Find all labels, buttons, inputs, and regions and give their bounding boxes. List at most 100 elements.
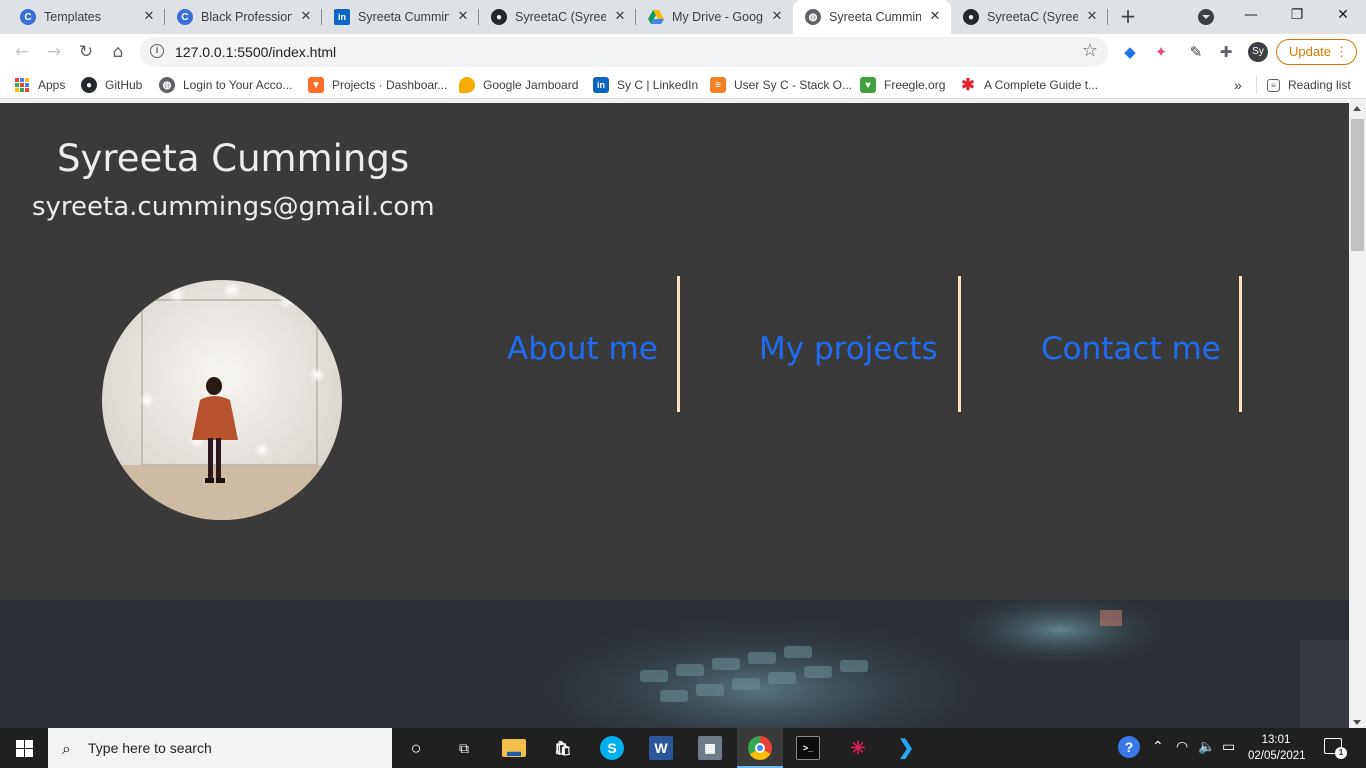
file-explorer-icon[interactable]: ▬ — [502, 739, 526, 759]
bookmark-github[interactable]: ● GitHub — [81, 75, 142, 95]
scroll-down-arrow-icon[interactable] — [1353, 720, 1361, 725]
reload-icon[interactable]: ↻ — [74, 40, 98, 64]
nav-divider — [958, 276, 961, 412]
tab-search-icon[interactable] — [1198, 9, 1214, 25]
clock-time: 13:01 — [1261, 734, 1291, 746]
skype-icon[interactable]: S — [600, 736, 624, 760]
asterisk-icon: ✱ — [961, 77, 975, 94]
slack-icon[interactable]: ✳ — [846, 736, 870, 760]
close-tab-icon[interactable]: ✕ — [298, 9, 314, 25]
nav-link-my-projects[interactable]: My projects — [759, 331, 938, 367]
graduation-cap-extension-icon[interactable]: ◆ — [1120, 42, 1140, 62]
minimize-button[interactable]: — — [1228, 0, 1274, 32]
site-email: syreeta.cummings@gmail.com — [32, 192, 435, 222]
close-tab-icon[interactable]: ✕ — [927, 9, 943, 25]
scroll-up-arrow-icon[interactable] — [1353, 106, 1361, 111]
vscode-icon[interactable]: ❯ — [894, 736, 918, 760]
system-clock[interactable]: 13:01 02/05/2021 — [1248, 732, 1306, 764]
github-icon: ● — [81, 77, 97, 93]
nav-link-contact-me[interactable]: Contact me — [1041, 331, 1221, 367]
wifi-icon[interactable]: ◠ — [1176, 738, 1188, 755]
bookmark-star-icon[interactable]: ☆ — [1082, 40, 1098, 61]
page-viewport: Syreeta Cummings syreeta.cummings@gmail.… — [0, 103, 1349, 728]
scrollbar-thumb[interactable] — [1351, 119, 1364, 251]
url-text[interactable]: 127.0.0.1:5500/index.html — [175, 44, 336, 60]
close-tab-icon[interactable]: ✕ — [455, 9, 471, 25]
forward-arrow-icon[interactable]: → — [42, 40, 66, 64]
cortana-icon[interactable]: ○ — [404, 736, 428, 760]
terminal-icon[interactable]: >_ — [796, 736, 820, 760]
bookmark-label: Apps — [38, 78, 66, 92]
browser-tab-active[interactable]: ◍ Syreeta Cummings ✕ — [793, 0, 951, 34]
browser-tab[interactable]: ● SyreetaC (Syreeta ✕ — [479, 0, 636, 34]
search-icon: ⌕ — [62, 739, 71, 758]
notification-center-icon[interactable]: 1 — [1324, 738, 1347, 759]
bookmark-label: Google Jamboard — [483, 78, 579, 92]
close-tab-icon[interactable]: ✕ — [1084, 9, 1100, 25]
show-hidden-icons-icon[interactable]: ⌃ — [1152, 738, 1164, 755]
globe-icon: ◍ — [805, 9, 821, 25]
task-view-icon[interactable]: ⧉ — [452, 736, 476, 760]
globe-icon: ◍ — [159, 77, 175, 93]
google-drive-icon — [648, 9, 664, 25]
bookmark-stackoverflow[interactable]: ≡ User Sy C - Stack O... — [710, 75, 852, 95]
bookmark-projects[interactable]: ▼ Projects · Dashboar... — [308, 75, 447, 95]
github-icon: ● — [963, 9, 979, 25]
update-button[interactable]: Update ⋮ — [1276, 39, 1357, 65]
browser-tab[interactable]: in Syreeta Cummings ✕ — [322, 0, 479, 34]
extensions-puzzle-icon[interactable]: ✚ — [1216, 42, 1236, 62]
jamboard-icon — [459, 77, 475, 93]
address-bar[interactable]: i 127.0.0.1:5500/index.html ☆ — [140, 37, 1108, 67]
windows-start-icon[interactable] — [16, 740, 33, 757]
reading-list-button[interactable]: ≡ Reading list — [1267, 75, 1351, 95]
site-info-icon[interactable]: i — [150, 44, 164, 58]
close-tab-icon[interactable]: ✕ — [612, 9, 628, 25]
reading-list-icon: ≡ — [1267, 78, 1280, 92]
new-tab-button[interactable]: + — [1116, 5, 1140, 29]
bookmark-freegle[interactable]: ♥ Freegle.org — [860, 75, 945, 95]
back-arrow-icon[interactable]: ← — [10, 40, 34, 64]
chrome-icon[interactable] — [748, 736, 772, 760]
tab-title: Syreeta Cummings — [358, 10, 449, 24]
bookmarks-bar: Apps ● GitHub ◍ Login to Your Acco... ▼ … — [0, 70, 1366, 99]
windows-taskbar: ⌕ Type here to search ○ ⧉ ▬ 🛍 S W ▦ >_ ✳… — [0, 728, 1366, 768]
stackoverflow-icon: ≡ — [710, 77, 726, 93]
bookmark-guide[interactable]: ✱ A Complete Guide t... — [960, 75, 1098, 95]
tab-title: Templates — [44, 10, 101, 24]
close-window-button[interactable]: ✕ — [1320, 0, 1366, 32]
help-icon[interactable]: ? — [1118, 736, 1140, 758]
browser-tab[interactable]: My Drive - Google ✕ — [636, 0, 793, 34]
tab-title: My Drive - Google — [672, 10, 763, 24]
battery-icon[interactable]: ▭ — [1222, 738, 1235, 755]
hero-background-image — [0, 600, 1349, 728]
freegle-icon: ♥ — [860, 77, 876, 93]
calculator-icon[interactable]: ▦ — [698, 736, 722, 760]
restore-button[interactable]: ❐ — [1274, 0, 1320, 32]
browser-tab[interactable]: C Templates ✕ — [8, 0, 165, 34]
loom-extension-icon[interactable]: ✦ — [1151, 42, 1171, 62]
home-icon[interactable]: ⌂ — [106, 40, 130, 64]
close-tab-icon[interactable]: ✕ — [141, 9, 157, 25]
site-owner-name: Syreeta Cummings — [57, 137, 410, 180]
menu-dots-icon: ⋮ — [1335, 44, 1348, 59]
page-scrollbar[interactable] — [1349, 103, 1366, 728]
bookmark-jamboard[interactable]: Google Jamboard — [459, 75, 578, 95]
nav-link-about-me[interactable]: About me — [507, 331, 658, 367]
divider — [1256, 76, 1257, 94]
browser-tab[interactable]: ● SyreetaC (Syreeta ✕ — [951, 0, 1108, 34]
bookmark-login[interactable]: ◍ Login to Your Acco... — [159, 75, 292, 95]
github-icon: ● — [491, 9, 507, 25]
microsoft-store-icon[interactable]: 🛍 — [551, 736, 575, 760]
profile-avatar[interactable]: Sy — [1248, 42, 1268, 62]
volume-icon[interactable]: 🔈 — [1198, 738, 1215, 755]
taskbar-search-box[interactable]: ⌕ Type here to search — [48, 728, 392, 768]
browser-tab[interactable]: C Black Professionals ✕ — [165, 0, 322, 34]
eyedropper-extension-icon[interactable]: ✎ — [1186, 42, 1206, 62]
bookmark-linkedin[interactable]: in Sy C | LinkedIn — [593, 75, 698, 95]
bookmarks-overflow-icon[interactable]: » — [1234, 75, 1242, 95]
canva-icon: C — [177, 9, 193, 25]
bookmark-label: Login to Your Acco... — [183, 78, 293, 92]
close-tab-icon[interactable]: ✕ — [769, 9, 785, 25]
bookmark-apps[interactable]: Apps — [14, 75, 65, 95]
word-icon[interactable]: W — [649, 736, 673, 760]
